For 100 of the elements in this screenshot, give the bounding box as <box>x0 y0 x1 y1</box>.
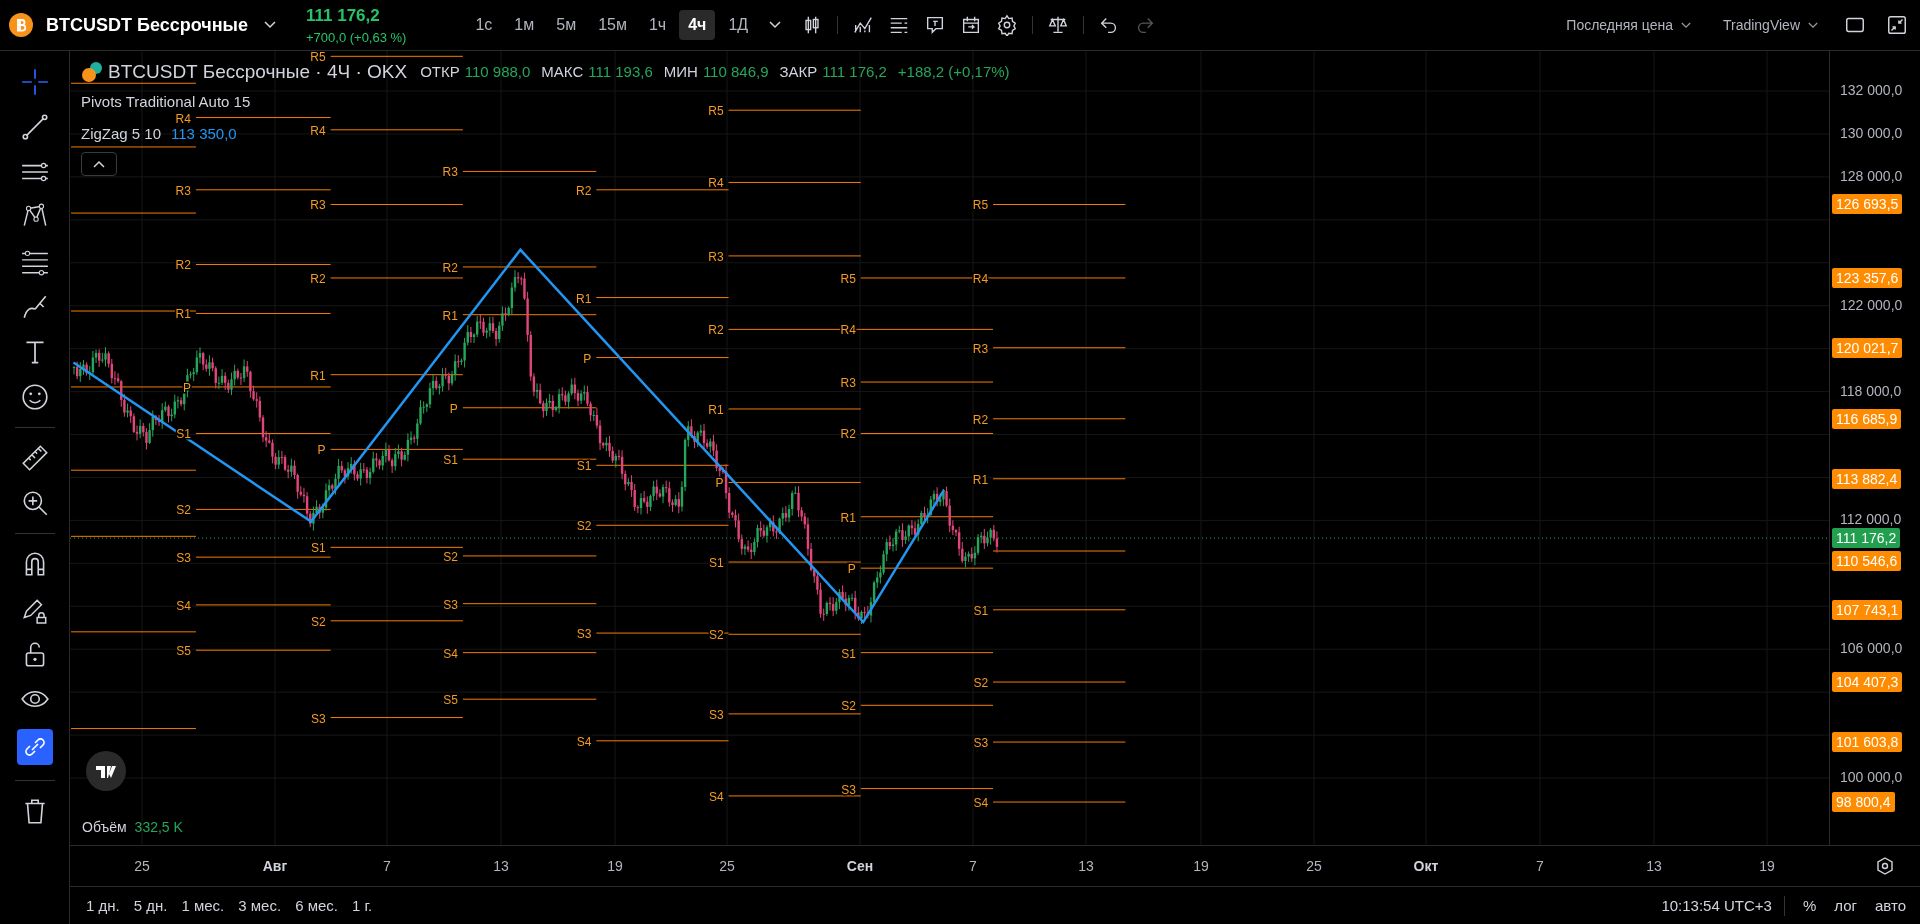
pivot-label: R5 <box>972 198 989 213</box>
theme-dropdown[interactable]: TradingView <box>1716 16 1824 34</box>
time-label: 7 <box>383 858 391 874</box>
pivot-label: P <box>182 380 191 395</box>
volume-value: 332,5 K <box>134 819 183 835</box>
price-tick: 118 000,0 <box>1840 382 1902 399</box>
tradingview-logo-icon[interactable] <box>86 751 126 791</box>
settings-icon[interactable] <box>996 14 1019 36</box>
pivot-label: S4 <box>973 796 989 811</box>
caret-icon[interactable] <box>264 21 276 29</box>
price-tick: 112 000,0 <box>1840 511 1902 528</box>
pivot-price-badge: 116 685,9 <box>1832 408 1902 429</box>
trend-line-icon[interactable] <box>19 112 50 142</box>
pivot-label: S4 <box>576 734 592 749</box>
ohlc-value: 111 193,6 <box>588 64 653 80</box>
range-button[interactable]: 1 г. <box>345 893 379 918</box>
pivot-price-badge: 113 882,4 <box>1832 468 1902 489</box>
pivot-price-badge: 101 603,8 <box>1832 732 1903 753</box>
ohlc-label: МИН <box>663 64 698 80</box>
collapse-button[interactable] <box>81 152 117 176</box>
pivot-price-badge: 123 357,6 <box>1832 267 1903 288</box>
pivot-label: P <box>583 351 592 366</box>
pivot-label: S1 <box>310 541 326 556</box>
pivot-label: R2 <box>840 427 856 442</box>
time-label: Окт <box>1413 858 1439 874</box>
crosshair-icon[interactable] <box>19 67 50 97</box>
pivot-label: S5 <box>443 693 458 708</box>
pivot-label: R5 <box>310 51 326 65</box>
pivot-label: S4 <box>176 598 191 613</box>
pivot-label: R2 <box>576 183 592 198</box>
last-price-badge: 111 176,2 <box>1832 528 1901 549</box>
pivot-label: P <box>847 562 856 577</box>
smiley-icon[interactable] <box>19 382 50 412</box>
scale-button[interactable]: авто <box>1868 893 1912 918</box>
symbol-name[interactable]: BTCUSDT Бессрочные <box>46 14 248 36</box>
pivot-label: R1 <box>310 368 326 383</box>
settings-icon[interactable] <box>1875 856 1895 876</box>
time-label: 13 <box>493 858 509 874</box>
indicator-name[interactable]: ZigZag 5 10 <box>81 126 162 142</box>
pivot-label: R4 <box>175 111 191 126</box>
pivot-price-badge: 126 693,5 <box>1832 194 1903 215</box>
caret-icon[interactable] <box>769 21 782 29</box>
ohlc-label: ОТКР <box>420 64 460 80</box>
interval-tab[interactable]: 5м <box>547 10 586 40</box>
pivot-label: S3 <box>310 711 326 726</box>
pivot-label: R2 <box>972 412 989 427</box>
pivot-label: S3 <box>841 782 856 797</box>
pivot-label: R1 <box>840 510 856 525</box>
caret-icon <box>1680 21 1691 29</box>
pivot-label: S4 <box>708 789 724 804</box>
link-icon[interactable] <box>16 729 53 765</box>
range-button[interactable]: 1 мес. <box>175 893 231 918</box>
pivot-label: R2 <box>310 271 326 286</box>
price-tick: 128 000,0 <box>1840 167 1903 184</box>
interval-tab[interactable]: 1Д <box>719 10 758 40</box>
interval-tab[interactable]: 1ч <box>639 10 676 40</box>
price-tick: 100 000,0 <box>1840 769 1903 786</box>
pivot-label: S3 <box>443 597 458 612</box>
time-label: Авг <box>262 858 288 874</box>
fullscreen-exit-icon[interactable] <box>1886 14 1908 36</box>
chevron-up-icon <box>93 160 105 168</box>
time-label: 13 <box>1646 858 1662 874</box>
ruler-icon[interactable] <box>19 443 50 473</box>
ohlc-label: ЗАКР <box>779 64 818 80</box>
ohlc-value: 110 988,0 <box>464 64 531 80</box>
pivot-label: S2 <box>443 549 458 564</box>
current-price: 111 176,2 <box>306 5 381 26</box>
time-label: Сен <box>846 858 874 874</box>
scale-button[interactable]: % <box>1796 893 1823 918</box>
pivot-label: S2 <box>176 503 191 518</box>
price-tick: 122 000,0 <box>1840 296 1903 313</box>
pivot-price-badge: 104 407,3 <box>1832 672 1903 693</box>
pivot-label: R3 <box>972 341 989 356</box>
price-source-dropdown[interactable]: Последняя цена <box>1560 16 1697 34</box>
pivot-label: R3 <box>442 165 458 180</box>
scales-icon[interactable] <box>1047 14 1070 36</box>
pivot-label: R3 <box>708 249 724 264</box>
interval-tab[interactable]: 1с <box>466 10 502 40</box>
interval-tab[interactable]: 15м <box>589 10 636 40</box>
interval-tab[interactable]: 1м <box>505 10 544 40</box>
indicator-name[interactable]: Pivots Traditional Auto 15 <box>81 94 251 110</box>
time-label: 19 <box>1759 858 1775 874</box>
pivot-label: R1 <box>708 403 724 417</box>
time-label: 25 <box>1306 858 1322 874</box>
pivot-label: R1 <box>972 472 989 487</box>
range-button[interactable]: 6 мес. <box>289 893 344 918</box>
pivot-label: R1 <box>175 307 191 322</box>
scale-button[interactable]: лог <box>1828 893 1863 918</box>
interval-tab[interactable]: 4ч <box>679 10 716 40</box>
pivot-price-badge: 120 021,7 <box>1832 337 1903 358</box>
indicator-value: 113 350,0 <box>171 126 237 142</box>
range-button[interactable]: 1 дн. <box>80 893 126 918</box>
range-button[interactable]: 3 мес. <box>232 893 288 918</box>
pivot-label: R1 <box>576 291 592 306</box>
pivot-label: P <box>715 476 724 491</box>
range-button[interactable]: 5 дн. <box>127 893 174 918</box>
pivot-label: S3 <box>576 627 592 642</box>
price-change: +700,0 (+0,63 %) <box>306 29 407 45</box>
time-label: 25 <box>134 858 150 874</box>
pivot-label: S2 <box>576 519 592 534</box>
